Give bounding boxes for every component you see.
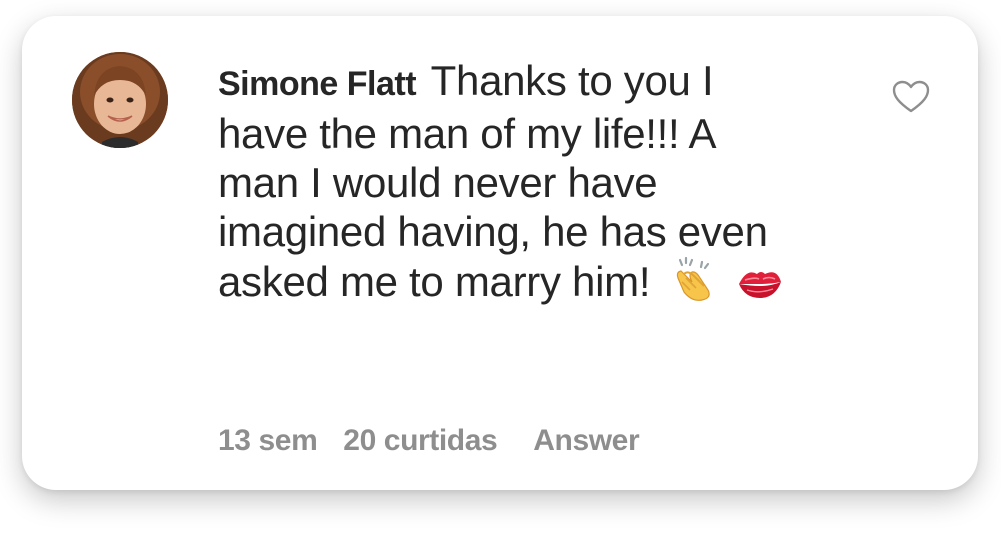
kiss-mark-icon	[735, 262, 785, 312]
comment-meta: 13 sem 20 curtidas Answer	[218, 424, 657, 458]
likes-count[interactable]: 20 curtidas	[343, 424, 497, 457]
clapping-hands-icon	[670, 256, 716, 312]
reply-button[interactable]: Answer	[533, 424, 639, 457]
comment-username[interactable]: Simone Flatt	[218, 65, 417, 103]
avatar[interactable]	[72, 52, 168, 148]
avatar-photo	[72, 52, 168, 148]
comment-time: 13 sem	[218, 424, 318, 457]
comment-card: Simone Flatt Thanks to you I have the ma…	[22, 16, 978, 490]
comment-body: Simone Flatt Thanks to you I have the ma…	[218, 56, 798, 312]
heart-outline-icon[interactable]	[892, 80, 930, 114]
screen: Simone Flatt Thanks to you I have the ma…	[0, 0, 1001, 538]
